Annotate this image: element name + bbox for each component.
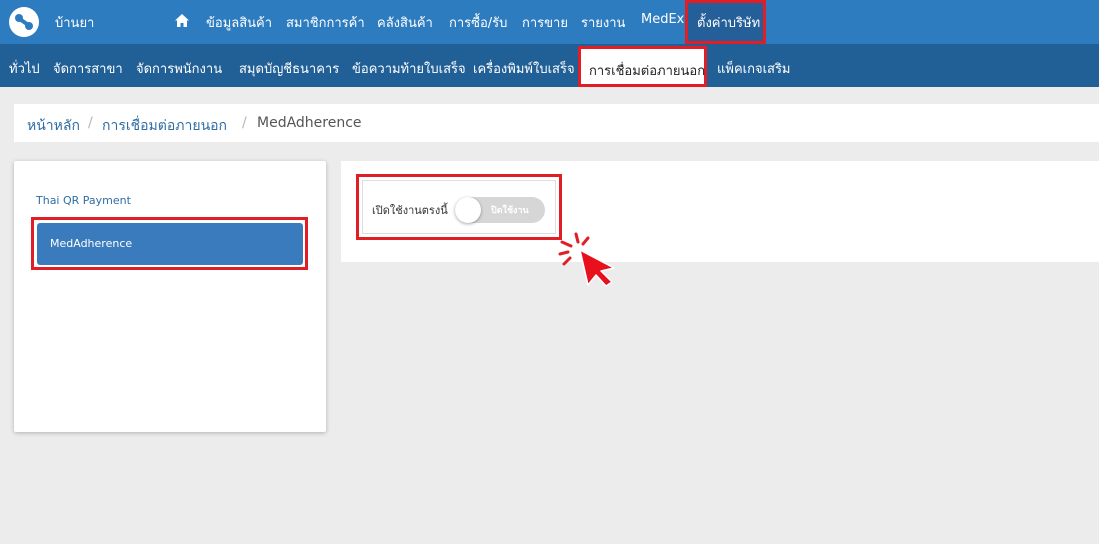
nav-inventory[interactable]: คลังสินค้า <box>377 12 433 33</box>
tab-bank-accounts[interactable]: สมุดบัญชีธนาคาร <box>239 58 339 79</box>
nav-sales[interactable]: การขาย <box>522 12 568 33</box>
breadcrumb-separator: / <box>88 115 93 131</box>
toggle-knob <box>455 197 481 223</box>
home-icon[interactable] <box>174 13 190 29</box>
nav-company-settings-label: ตั้งค่าบริษัท <box>697 16 761 31</box>
breadcrumb: หน้าหลัก / การเชื่อมต่อภายนอก / MedAdher… <box>14 104 1099 142</box>
toggle-state-text: ปิดใช้งาน <box>491 206 529 216</box>
breadcrumb-separator: / <box>242 115 247 131</box>
nav-reports[interactable]: รายงาน <box>581 12 625 33</box>
nav-medex[interactable]: MedEx <box>641 12 684 27</box>
integration-item-thai-qr[interactable]: Thai QR Payment <box>36 194 131 207</box>
tab-external-integrations[interactable]: การเชื่อมต่อภายนอก <box>578 46 707 87</box>
tab-general[interactable]: ทั่วไป <box>9 58 40 79</box>
tab-external-integrations-label: การเชื่อมต่อภายนอก <box>589 64 706 79</box>
settings-subnav: ทั่วไป จัดการสาขา จัดการพนักงาน สมุดบัญช… <box>0 44 1099 87</box>
tab-branches[interactable]: จัดการสาขา <box>53 58 123 79</box>
integration-item-medadherence[interactable]: MedAdherence <box>37 223 303 265</box>
click-pointer-icon <box>558 232 615 287</box>
app-brand[interactable]: บ้านยา <box>55 12 94 33</box>
nav-trade-members[interactable]: สมาชิกการค้า <box>286 12 365 33</box>
tab-receipt-printer[interactable]: เครื่องพิมพ์ใบเสร็จ <box>473 58 575 79</box>
tab-employees[interactable]: จัดการพนักงาน <box>136 58 222 79</box>
tab-addon-packages[interactable]: แพ็คเกจเสริม <box>717 58 791 79</box>
breadcrumb-current: MedAdherence <box>257 115 362 131</box>
top-navbar: บ้านยา ข้อมูลสินค้า สมาชิกการค้า คลังสิน… <box>0 0 1099 44</box>
nav-company-settings[interactable]: ตั้งค่าบริษัท <box>685 0 766 44</box>
breadcrumb-home[interactable]: หน้าหลัก <box>27 115 80 137</box>
tab-receipt-footer[interactable]: ข้อความท้ายใบเสร็จ <box>352 58 466 79</box>
nav-product-info[interactable]: ข้อมูลสินค้า <box>206 12 272 33</box>
breadcrumb-external-integrations[interactable]: การเชื่อมต่อภายนอก <box>102 115 227 137</box>
app-logo[interactable] <box>9 7 39 37</box>
integration-item-label: MedAdherence <box>50 237 133 250</box>
enable-toggle-highlight: เปิดใช้งานตรงนี้ ปิดใช้งาน <box>356 174 562 240</box>
nav-purchasing[interactable]: การซื้อ/รับ <box>449 12 507 33</box>
enable-toggle-row: เปิดใช้งานตรงนี้ ปิดใช้งาน <box>362 180 556 234</box>
enable-toggle-label: เปิดใช้งานตรงนี้ <box>372 204 448 217</box>
enable-toggle-switch[interactable]: ปิดใช้งาน <box>455 197 545 223</box>
